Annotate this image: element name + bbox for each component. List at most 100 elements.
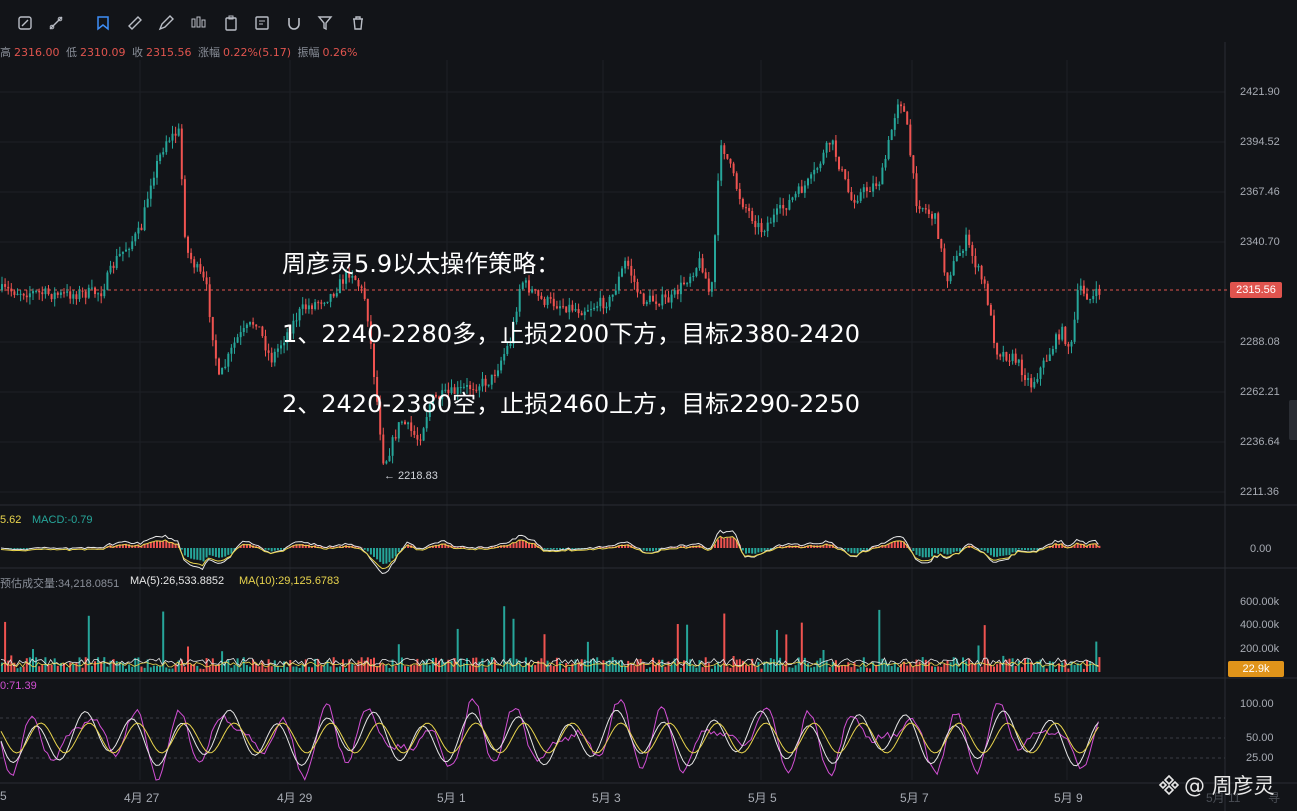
candle-body (1048, 354, 1051, 362)
filter-icon[interactable] (316, 14, 334, 32)
candle-body (763, 231, 766, 233)
volume-bar (692, 665, 695, 672)
macd-bar (1005, 548, 1008, 556)
macd-value-label: MACD:-0.79 (32, 514, 93, 526)
collapse-panel-handle[interactable] (1289, 400, 1297, 440)
edit-icon[interactable] (16, 14, 34, 32)
trendline-icon[interactable] (47, 14, 65, 32)
candle-body (140, 227, 143, 231)
candle-icon[interactable] (189, 14, 207, 32)
candle-body (661, 294, 664, 306)
bookmark-icon[interactable] (94, 14, 112, 32)
volume-bar (1067, 668, 1070, 672)
macd-bar (230, 548, 233, 554)
volume-bar (714, 665, 716, 672)
candle-body (397, 422, 400, 439)
macd-bar (16, 548, 19, 549)
candle-body (865, 187, 868, 192)
clipboard-icon[interactable] (222, 14, 240, 32)
candle-body (890, 129, 893, 140)
candle-body (267, 350, 270, 353)
candle-body (1, 284, 3, 290)
candle-body (314, 302, 317, 309)
candle-body (109, 265, 112, 273)
pen-icon[interactable] (157, 14, 175, 32)
volume-bar (993, 666, 995, 672)
volume-bar (552, 666, 555, 672)
candle-body (723, 145, 726, 154)
candle-body (156, 160, 158, 178)
volume-bar (565, 662, 568, 672)
volume-bar (1045, 668, 1048, 672)
volume-ma10-label: MA(10):29,125.6783 (239, 575, 340, 587)
macd-bar (208, 548, 211, 556)
volume-bar (611, 657, 614, 672)
current-price-badge: 2315.56 (1230, 282, 1282, 298)
macd-bar (397, 548, 400, 553)
volume-bar (140, 666, 143, 672)
price-tick: 2367.46 (1240, 186, 1280, 198)
price-tick: 2236.64 (1240, 436, 1280, 448)
candle-body (977, 265, 980, 268)
trash-icon[interactable] (349, 14, 367, 32)
candle-body (962, 250, 964, 253)
candle-body (521, 282, 524, 290)
candle-body (726, 153, 729, 159)
candle-body (955, 255, 958, 262)
oscillator-tick: 100.00 (1240, 698, 1274, 710)
macd-bar (199, 548, 202, 561)
report-icon[interactable] (253, 14, 271, 32)
current-volume-badge: 22.9k (1228, 661, 1284, 677)
candle-body (794, 193, 797, 198)
magnet-icon[interactable] (285, 14, 303, 32)
candle-body (208, 284, 211, 318)
macd-bar (853, 548, 856, 554)
macd-bar (996, 548, 999, 557)
volume-bar (962, 657, 964, 672)
candle-body (968, 234, 971, 246)
candle-body (642, 293, 645, 305)
macd-bar (859, 548, 862, 552)
macd-bar (717, 539, 720, 548)
macd-bar (642, 548, 645, 551)
volume-bar (946, 660, 949, 672)
volume-bar (1020, 667, 1023, 672)
candle-body (329, 293, 332, 302)
candle-body (757, 222, 760, 228)
candle-body (1030, 378, 1033, 388)
candle-body (872, 183, 875, 192)
price-tick: 2211.36 (1240, 486, 1279, 498)
macd-bar (943, 548, 946, 554)
ruler-icon[interactable] (126, 14, 144, 32)
volume-bar (128, 664, 131, 672)
volume-bar (940, 666, 943, 672)
candle-body (748, 208, 751, 212)
macd-bar (456, 547, 459, 548)
candle-body (187, 236, 189, 253)
volume-bar (512, 618, 515, 672)
macd-bar (183, 548, 186, 556)
candle-body (695, 268, 698, 277)
volume-tick: 600.00k (1240, 596, 1280, 608)
macd-bar (382, 548, 385, 564)
candle-body (621, 268, 623, 277)
candle-body (25, 295, 28, 298)
volume-bar (301, 665, 304, 672)
volume-bar (202, 668, 205, 672)
macd-bar (918, 548, 921, 557)
macd-bar (196, 548, 199, 560)
volume-bar (704, 657, 707, 672)
candle-body (249, 322, 251, 325)
volume-bar (233, 665, 236, 672)
volume-bar (394, 665, 397, 672)
candle-body (791, 197, 794, 200)
volume-bar (729, 667, 732, 672)
macd-bar (1008, 548, 1011, 555)
candle-body (497, 370, 499, 376)
candle-body (720, 145, 723, 181)
candle-body (555, 306, 558, 309)
candle-body (1002, 352, 1005, 357)
macd-bar (159, 540, 162, 548)
volume-bar (475, 657, 478, 672)
macd-bar (652, 548, 654, 552)
